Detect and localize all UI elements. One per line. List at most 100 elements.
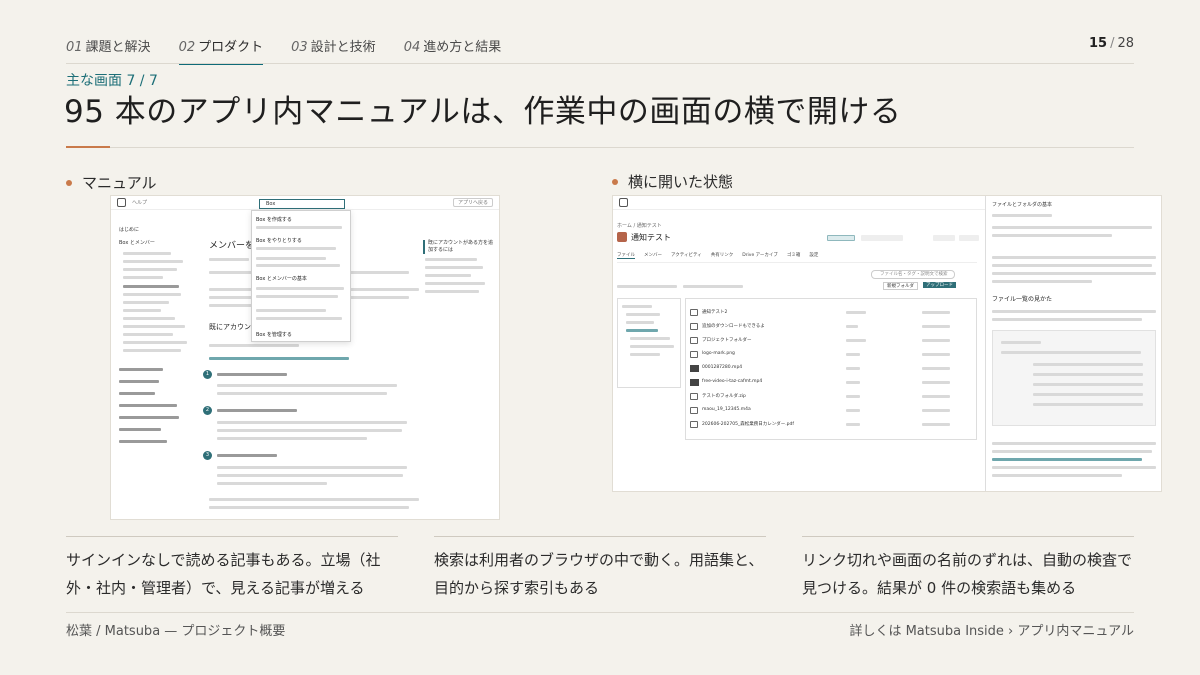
nav-tab-number: 01 — [66, 40, 83, 55]
sidebar-line — [119, 428, 161, 431]
file-row[interactable]: プロジェクトフォルダー — [702, 337, 752, 343]
search-result-item[interactable]: Box とメンバーの基本 — [256, 275, 307, 282]
panel-line — [992, 272, 1156, 275]
tab-share-links[interactable]: 共有リンク — [711, 252, 734, 259]
manual-search-input[interactable]: Box — [259, 199, 345, 209]
date-line — [922, 353, 950, 356]
status-badge — [861, 235, 903, 241]
article-line — [209, 506, 409, 509]
panel-line — [992, 264, 1152, 267]
panel-line — [992, 466, 1156, 469]
nav-tab-process[interactable]: 04 進め方と結果 — [404, 36, 502, 64]
nav-tab-issues[interactable]: 01 課題と解決 — [66, 36, 151, 64]
meta-line — [846, 409, 860, 412]
tab-files[interactable]: ファイル — [617, 252, 635, 259]
tab-drive-archive[interactable]: Drive アーカイブ — [742, 252, 778, 259]
footer-more-link[interactable]: 詳しくは Matsuba Inside › アプリ内マニュアル — [849, 620, 1134, 639]
upload-button[interactable]: アップロード — [923, 282, 956, 288]
page-total: 28 — [1117, 36, 1134, 51]
search-result-item[interactable]: Box をやりとりする — [256, 237, 302, 244]
meta-line — [846, 381, 860, 384]
result-line — [256, 264, 340, 267]
file-row[interactable]: 通知テスト2 — [702, 309, 727, 315]
sidebar-line — [123, 333, 173, 336]
tab-settings[interactable]: 設定 — [809, 252, 818, 259]
tab-members[interactable]: メンバー — [644, 252, 662, 259]
image-line — [1001, 351, 1141, 354]
nav-tab-label: 課題と解決 — [85, 40, 151, 55]
zip-file-icon — [690, 393, 698, 400]
meta-line — [846, 395, 860, 398]
file-row[interactable]: 追加のダウンロードもできるよ — [702, 323, 765, 329]
manual-back-to-app[interactable]: アプリへ戻る — [452, 198, 493, 207]
article-line — [209, 498, 419, 501]
search-result-item[interactable]: Box を作成する — [256, 216, 292, 223]
tree-line — [626, 313, 660, 316]
manual-section-heading: 既にアカウン — [209, 323, 251, 331]
tree-line — [630, 353, 660, 356]
file-row[interactable]: 0001287280.mp4 — [702, 365, 742, 370]
panel-line — [992, 280, 1092, 283]
manual-sidebar-heading[interactable]: はじめに — [119, 226, 139, 233]
step-number: 3 — [203, 451, 212, 460]
tab-trash[interactable]: ゴミ箱 — [787, 252, 801, 259]
tab-activity[interactable]: アクティビティ — [671, 252, 702, 259]
step-number: 1 — [203, 370, 212, 379]
article-link-line[interactable] — [209, 357, 349, 360]
sidebar-line — [123, 309, 161, 312]
pdf-file-icon — [690, 421, 698, 428]
page-separator: / — [1110, 36, 1115, 51]
nav-tab-design[interactable]: 03 設計と技術 — [291, 36, 376, 64]
tree-line-active — [626, 329, 658, 332]
image-line — [1033, 393, 1143, 396]
nav-tab-label: プロダクト — [198, 40, 264, 55]
manual-logo-icon — [117, 198, 126, 207]
folder-tree — [617, 298, 681, 388]
image-line — [1033, 373, 1143, 376]
file-row[interactable]: logo-mark.png — [702, 351, 735, 356]
folder-color-icon — [617, 232, 627, 242]
panel-link-line[interactable] — [992, 458, 1142, 461]
result-line — [256, 309, 326, 312]
image-line — [1033, 383, 1143, 386]
sidebar-line — [123, 276, 163, 279]
result-line — [256, 247, 336, 250]
tree-line — [630, 337, 670, 340]
side-panel-heading: ファイル一覧の見かた — [992, 296, 1053, 303]
file-row[interactable]: free-video-i-taz-cafmt.mp4 — [702, 379, 762, 384]
search-result-item[interactable]: Box を管理する — [256, 331, 292, 338]
bullet-dot — [612, 178, 618, 185]
tree-line — [630, 345, 674, 348]
result-line — [256, 226, 342, 229]
toolbar-line — [617, 285, 677, 288]
checks-caption: リンク切れや画面の名前のずれは、自動の検査で見つける。結果が 0 件の検索語も集… — [802, 536, 1134, 602]
file-row[interactable]: 202606-202705_森松業務日カレンダー.pdf — [702, 421, 794, 427]
manual-sidebar-group[interactable]: Box とメンバー — [119, 239, 155, 246]
new-folder-button[interactable]: 新規フォルダ — [883, 282, 918, 290]
sidebar-line — [119, 440, 167, 443]
nav-tab-product[interactable]: 02 プロダクト — [178, 36, 264, 65]
breadcrumb[interactable]: ホーム / 通知テスト — [617, 222, 662, 229]
side-panel-section-label: 横に開いた状態 — [612, 171, 733, 192]
manual-section-label: マニュアル — [66, 172, 157, 193]
file-row[interactable]: テストのフォルダ.zip — [702, 393, 746, 399]
slide-title: 95 本のアプリ内マニュアルは、作業中の画面の横で開ける — [64, 94, 902, 130]
sidebar-line — [123, 341, 187, 344]
status-badge — [933, 235, 955, 241]
toc-line — [425, 282, 485, 285]
file-search-input[interactable]: ファイル名・タグ・説明文で検索 — [871, 270, 955, 279]
panel-line — [992, 234, 1112, 237]
search-caption: 検索は利用者のブラウザの中で動く。用語集と、目的から探す索引もある — [434, 536, 766, 602]
app-logo-icon — [619, 198, 628, 207]
meta-line — [846, 325, 858, 328]
file-row[interactable]: maou_19_12345.m4a — [702, 407, 751, 412]
result-line — [256, 295, 338, 298]
panel-line — [992, 214, 1052, 217]
date-line — [922, 367, 950, 370]
meta-line — [846, 353, 860, 356]
manual-toc-heading[interactable]: 既にアカウントがある方を追加するには — [423, 240, 493, 254]
nav-tab-number: 04 — [403, 40, 421, 55]
nav-divider — [66, 63, 1134, 64]
side-panel-screenshot: ホーム / 通知テスト 通知テスト ファイル メンバー アクティビティ 共有リン… — [612, 195, 1162, 492]
date-line — [922, 325, 950, 328]
